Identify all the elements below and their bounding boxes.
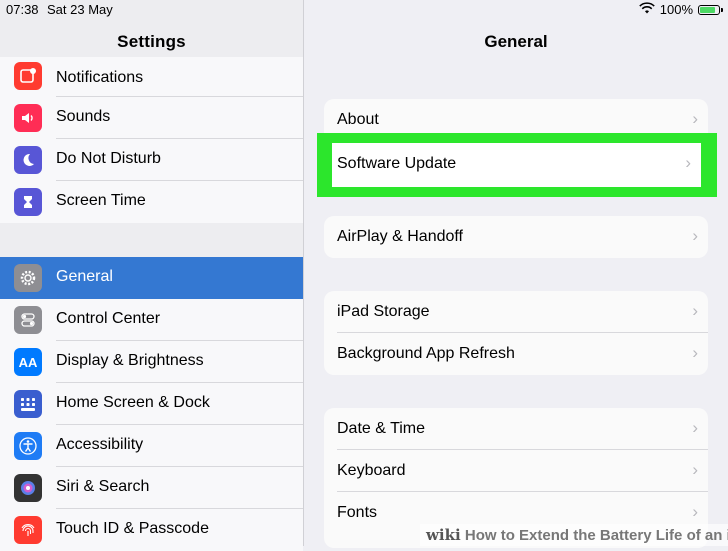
- sidebar-item-label: Home Screen & Dock: [56, 394, 210, 411]
- sidebar-item-general[interactable]: General: [0, 257, 303, 299]
- sidebar-item-display-brightness[interactable]: AA Display & Brightness: [0, 341, 303, 383]
- sidebar-item-label: General: [56, 268, 113, 285]
- row-label: iPad Storage: [337, 303, 430, 320]
- row-background-app-refresh[interactable]: Background App Refresh ›: [324, 333, 708, 375]
- row-label: Software Update: [337, 155, 457, 172]
- sidebar-item-siri-search[interactable]: Siri & Search: [0, 467, 303, 509]
- sidebar-item-touch-id-passcode[interactable]: Touch ID & Passcode: [0, 509, 303, 551]
- row-label: Date & Time: [337, 420, 426, 437]
- speaker-icon: [14, 104, 42, 132]
- sidebar-item-sounds[interactable]: Sounds: [0, 97, 303, 139]
- chevron-right-icon: ›: [692, 226, 698, 245]
- chevron-right-icon: ›: [692, 343, 698, 362]
- watermark-text: How to Extend the Battery Life of an iPa…: [464, 527, 728, 544]
- row-label: About: [337, 111, 379, 128]
- status-date: Sat 23 May: [47, 2, 113, 17]
- battery-percent: 100%: [659, 2, 693, 17]
- sidebar-group-1: Notifications Sounds Do Not Disturb Scre…: [0, 57, 303, 223]
- settings-group-storage: iPad Storage › Background App Refresh ›: [324, 291, 708, 375]
- sidebar-item-accessibility[interactable]: Accessibility: [0, 425, 303, 467]
- main-pane: General About › AirPlay & Handoff › iPad…: [304, 0, 728, 548]
- fingerprint-icon: [14, 516, 42, 544]
- settings-group-airplay: AirPlay & Handoff ›: [324, 216, 708, 258]
- sidebar-item-label: Display & Brightness: [56, 352, 204, 369]
- sidebar-item-notifications[interactable]: Notifications: [0, 57, 303, 97]
- toggles-icon: [14, 306, 42, 334]
- accessibility-icon: [14, 432, 42, 460]
- moon-icon: [14, 146, 42, 174]
- sidebar-item-label: Screen Time: [56, 192, 146, 209]
- sidebar-item-label: Do Not Disturb: [56, 150, 161, 167]
- sidebar-group-2: General Control Center AA Display & Brig…: [0, 257, 303, 551]
- wifi-icon: [638, 2, 655, 17]
- row-keyboard[interactable]: Keyboard ›: [324, 450, 708, 492]
- chevron-right-icon: ›: [692, 109, 698, 128]
- battery-icon: [698, 4, 723, 15]
- status-right: 100%: [638, 2, 723, 17]
- sidebar-item-label: Notifications: [56, 69, 144, 86]
- page-title: General: [484, 32, 548, 51]
- siri-icon: [14, 474, 42, 502]
- watermark-wiki: wiki: [426, 526, 461, 544]
- sidebar-item-label: Siri & Search: [56, 478, 150, 495]
- sidebar-item-home-screen-dock[interactable]: Home Screen & Dock: [0, 383, 303, 425]
- chevron-right-icon: ›: [685, 153, 691, 172]
- status-bar: 07:38 Sat 23 May 100%: [0, 0, 728, 20]
- row-software-update[interactable]: Software Update ›: [332, 143, 701, 187]
- status-time: 07:38: [6, 2, 39, 17]
- sidebar-item-control-center[interactable]: Control Center: [0, 299, 303, 341]
- sidebar: Settings Notifications Sounds Do Not Dis…: [0, 0, 303, 551]
- sidebar-item-do-not-disturb[interactable]: Do Not Disturb: [0, 139, 303, 181]
- sidebar-item-label: Touch ID & Passcode: [56, 520, 209, 537]
- sidebar-item-label: Accessibility: [56, 436, 144, 453]
- notifications-icon: [14, 62, 42, 90]
- chevron-right-icon: ›: [692, 301, 698, 320]
- hourglass-icon: [14, 188, 42, 216]
- row-label: Keyboard: [337, 462, 406, 479]
- chevron-right-icon: ›: [692, 418, 698, 437]
- sidebar-item-label: Control Center: [56, 310, 161, 327]
- sidebar-item-screen-time[interactable]: Screen Time: [0, 181, 303, 223]
- row-label: Background App Refresh: [337, 345, 515, 362]
- chevron-right-icon: ›: [692, 460, 698, 479]
- sidebar-item-label: Sounds: [56, 108, 111, 125]
- watermark: wiki How to Extend the Battery Life of a…: [420, 524, 728, 546]
- row-label: Fonts: [337, 504, 378, 521]
- highlight-box: Software Update ›: [317, 133, 717, 197]
- row-label: AirPlay & Handoff: [337, 228, 463, 245]
- grid-icon: [14, 390, 42, 418]
- row-ipad-storage[interactable]: iPad Storage ›: [324, 291, 708, 333]
- aa-icon: AA: [14, 348, 42, 376]
- row-date-time[interactable]: Date & Time ›: [324, 408, 708, 450]
- chevron-right-icon: ›: [692, 502, 698, 521]
- row-airplay-handoff[interactable]: AirPlay & Handoff ›: [324, 216, 708, 258]
- sidebar-title: Settings: [117, 32, 186, 51]
- gear-icon: [14, 264, 42, 292]
